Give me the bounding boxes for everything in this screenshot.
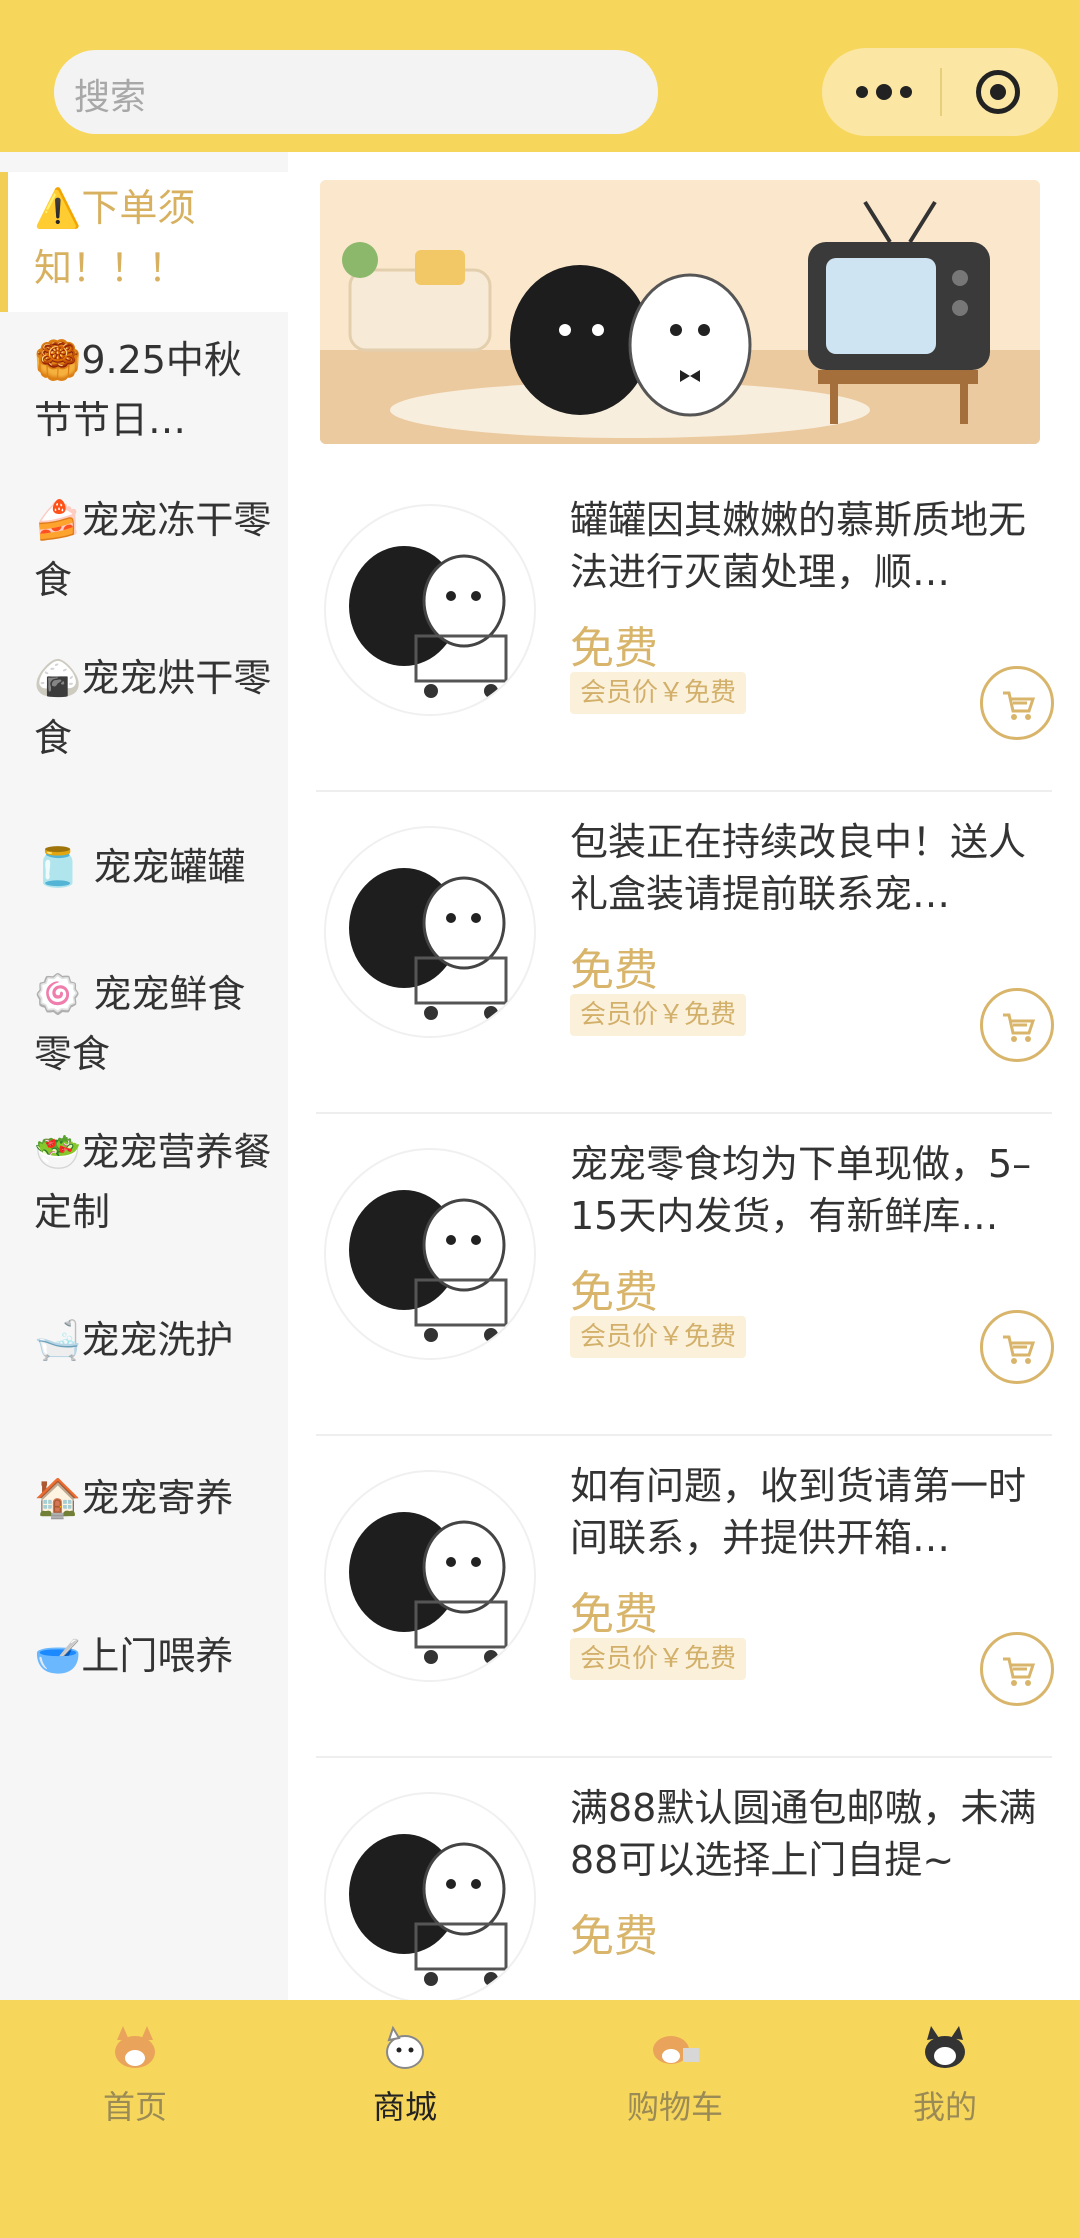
sidebar-item-label: 🥮9.25中秋节节日… — [34, 338, 242, 442]
tab-shop[interactable]: 商城 — [270, 2022, 540, 2142]
sidebar-item-home-feeding[interactable]: 🥣上门喂养 — [0, 1626, 288, 1686]
product-price: 免费 — [570, 1589, 658, 1640]
sidebar-item-fresh[interactable]: 🍥 宠宠鲜食零食 — [0, 964, 288, 1084]
add-to-cart-icon[interactable] — [980, 666, 1054, 740]
sidebar-item-boarding[interactable]: 🏠宠宠寄养 — [0, 1468, 288, 1528]
product-name: 罐罐因其嫩嫩的慕斯质地无法进行灭菌处理，顺… — [570, 498, 1027, 594]
product-image — [324, 1148, 536, 1360]
member-price-badge: 会员价￥免费 — [570, 994, 747, 1036]
product-price: 免费 — [570, 1267, 658, 1318]
sidebar-item-label: 🛁宠宠洗护 — [34, 1318, 234, 1362]
sidebar-item-label: 🍥 宠宠鲜食零食 — [34, 972, 246, 1076]
add-to-cart-icon[interactable] — [980, 1632, 1054, 1706]
capsule-divider — [940, 68, 942, 116]
tab-profile[interactable]: 我的 — [810, 2022, 1080, 2142]
member-price-badge: 会员价￥免费 — [570, 1316, 747, 1358]
product-name: 满88默认圆通包邮嗷，未满88可以选择上门自提~ — [570, 1786, 1037, 1882]
tab-label: 我的 — [912, 2088, 977, 2126]
product-image — [324, 1470, 536, 1682]
sidebar-item-order-notice[interactable]: ⚠️下单须知！！！ — [0, 172, 288, 312]
product-card[interactable]: 宠宠零食均为下单现做，5–15天内发货，有新鲜库… 免费 会员价￥免费 — [316, 1114, 1054, 1436]
tab-label: 首页 — [102, 2088, 167, 2126]
product-price: 免费 — [570, 1911, 658, 1962]
member-price-badge: 会员价￥免费 — [570, 672, 747, 714]
bottom-tab-bar: 首页 商城 购物车 我的 — [0, 2000, 1080, 2238]
product-image — [324, 826, 536, 1038]
search-input[interactable]: 搜索 — [54, 50, 658, 134]
sidebar-item-cans[interactable]: 🫙 宠宠罐罐 — [0, 837, 288, 897]
product-name: 包装正在持续改良中！送人礼盒装请提前联系宠… — [570, 820, 1027, 916]
product-image — [324, 504, 536, 716]
corgi-home-icon — [115, 2026, 155, 2068]
category-sidebar: ⚠️下单须知！！！ 🥮9.25中秋节节日… 🍰宠宠冻干零食 🍙宠宠烘干零食 🫙 … — [0, 152, 288, 2000]
product-price: 免费 — [570, 945, 658, 996]
member-price-badge: 会员价￥免费 — [570, 1638, 747, 1680]
dog-cart-icon — [653, 2036, 699, 2064]
sidebar-item-label: 🏠宠宠寄养 — [34, 1476, 234, 1520]
tab-cart[interactable]: 购物车 — [540, 2022, 810, 2142]
product-card[interactable]: 满88默认圆通包邮嗷，未满88可以选择上门自提~ 免费 — [316, 1758, 1052, 2000]
mini-program-capsule — [822, 48, 1058, 136]
sidebar-item-nutrition[interactable]: 🥗宠宠营养餐定制 — [0, 1122, 288, 1242]
product-image — [324, 1792, 536, 2000]
sidebar-item-label: 🍰宠宠冻干零食 — [34, 498, 272, 602]
product-card[interactable]: 如有问题，收到货请第一时间联系，并提供开箱… 免费 会员价￥免费 — [316, 1436, 1054, 1758]
close-target-icon[interactable] — [976, 70, 1020, 114]
tab-label: 商城 — [372, 2088, 437, 2126]
product-name: 宠宠零食均为下单现做，5–15天内发货，有新鲜库… — [570, 1142, 1032, 1238]
sidebar-item-label: ⚠️下单须知！！！ — [34, 186, 196, 290]
sidebar-item-mid-autumn[interactable]: 🥮9.25中秋节节日… — [0, 330, 288, 450]
top-bar: 搜索 — [0, 0, 1080, 152]
product-card[interactable]: 罐罐因其嫩嫩的慕斯质地无法进行灭菌处理，顺… 免费 会员价￥免费 — [316, 470, 1054, 792]
sidebar-item-label: 🥣上门喂养 — [34, 1634, 234, 1678]
sidebar-item-label: 🥗宠宠营养餐定制 — [34, 1130, 272, 1234]
sidebar-item-grooming[interactable]: 🛁宠宠洗护 — [0, 1310, 288, 1370]
more-icon[interactable] — [856, 82, 912, 102]
sidebar-item-label: 🫙 宠宠罐罐 — [34, 845, 246, 889]
promo-banner[interactable] — [320, 180, 1040, 444]
product-card[interactable]: 包装正在持续改良中！送人礼盒装请提前联系宠… 免费 会员价￥免费 — [316, 792, 1054, 1114]
dog-shop-icon — [386, 2025, 424, 2069]
product-name: 如有问题，收到货请第一时间联系，并提供开箱… — [570, 1464, 1027, 1560]
tab-home[interactable]: 首页 — [0, 2022, 270, 2142]
sidebar-item-label: 🍙宠宠烘干零食 — [34, 656, 272, 760]
sidebar-item-freeze-dried[interactable]: 🍰宠宠冻干零食 — [0, 490, 288, 610]
add-to-cart-icon[interactable] — [980, 988, 1054, 1062]
search-placeholder: 搜索 — [74, 77, 147, 118]
banner-illustration — [320, 180, 1040, 444]
husky-profile-icon — [925, 2026, 965, 2068]
add-to-cart-icon[interactable] — [980, 1310, 1054, 1384]
tab-label: 购物车 — [626, 2088, 723, 2126]
sidebar-item-baked[interactable]: 🍙宠宠烘干零食 — [0, 648, 288, 768]
product-price: 免费 — [570, 623, 658, 674]
